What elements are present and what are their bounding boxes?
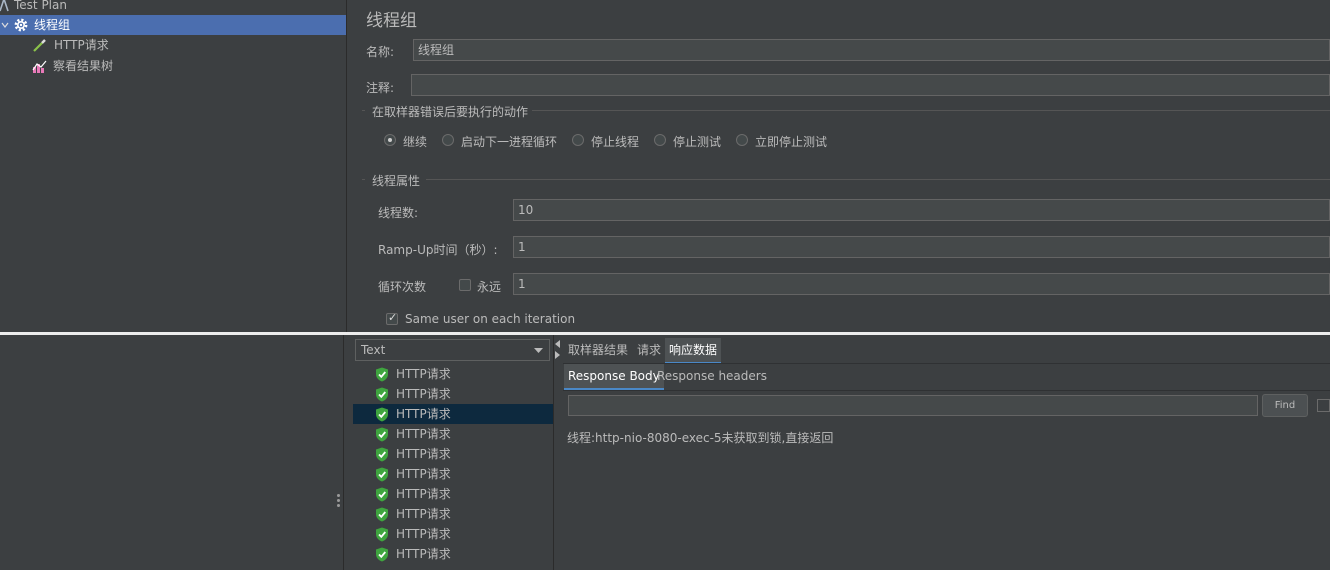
loop-count-label: 循环次数 — [378, 280, 427, 294]
radio-continue[interactable] — [384, 134, 396, 146]
success-shield-icon — [376, 367, 388, 382]
tab-sampler-result[interactable]: 取样器结果 — [564, 338, 632, 362]
forever-label: 永远 — [477, 280, 502, 294]
success-shield-icon — [376, 507, 388, 522]
forever-checkbox[interactable] — [459, 279, 471, 291]
tree-item-test-plan[interactable]: Test Plan — [0, 0, 346, 15]
radio-stop-thread[interactable] — [572, 134, 584, 146]
result-list-item[interactable]: HTTP请求 — [353, 404, 553, 424]
group-border — [362, 179, 365, 180]
result-list-item-label: HTTP请求 — [396, 367, 451, 381]
tree-label: Test Plan — [14, 0, 67, 12]
result-list-item-label: HTTP请求 — [396, 447, 451, 461]
result-list-item[interactable]: HTTP请求 — [353, 444, 553, 464]
success-shield-icon — [376, 547, 388, 562]
success-shield-icon — [376, 527, 388, 542]
radio-stop-test[interactable] — [654, 134, 666, 146]
result-list-item[interactable]: HTTP请求 — [353, 364, 553, 384]
result-list-item[interactable]: HTTP请求 — [353, 384, 553, 404]
test-plan-icon — [0, 0, 9, 12]
grip-dot — [337, 504, 340, 507]
rampup-label: Ramp-Up时间（秒）: — [378, 243, 498, 257]
tree-label: HTTP请求 — [54, 38, 109, 52]
collapse-left-icon[interactable] — [555, 340, 561, 348]
tree-label: 察看结果树 — [53, 59, 114, 73]
result-list-item-label: HTTP请求 — [396, 527, 451, 541]
thread-group-panel: 线程组 名称: 线程组 注释: 在取样器错误后要执行的动作 继续 启动下一进程循… — [356, 0, 1330, 332]
threads-label: 线程数: — [378, 206, 419, 220]
bottom-left-area — [0, 335, 335, 570]
tab-request[interactable]: 请求 — [633, 338, 665, 362]
result-list-item[interactable]: HTTP请求 — [353, 524, 553, 544]
radio-continue-label: 继续 — [403, 135, 428, 149]
comment-field[interactable] — [411, 74, 1330, 96]
test-plan-tree: Test Plan 线程组 HTTP请求 察看结果树 — [0, 0, 346, 332]
subtab-response-body[interactable]: Response Body — [564, 364, 664, 390]
find-input[interactable] — [568, 395, 1258, 416]
case-sensitive-checkbox[interactable] — [1317, 399, 1330, 412]
group-border — [362, 110, 365, 111]
same-user-checkbox[interactable] — [386, 311, 398, 325]
tab-response-data[interactable]: 响应数据 — [665, 338, 722, 364]
vertical-splitter[interactable] — [346, 0, 356, 332]
thread-properties-group-title: 线程属性 — [372, 174, 421, 188]
loop-count-field[interactable]: 1 — [513, 273, 1330, 295]
success-shield-icon — [376, 407, 388, 422]
result-list-item[interactable]: HTTP请求 — [353, 464, 553, 484]
grip-dot — [337, 494, 340, 497]
radio-start-next-loop[interactable] — [442, 134, 454, 146]
success-shield-icon — [376, 387, 388, 402]
result-list-item[interactable]: HTTP请求 — [353, 544, 553, 564]
group-border — [426, 179, 1330, 180]
chevron-down-icon — [534, 348, 543, 353]
group-border — [532, 110, 1330, 111]
result-list-item[interactable]: HTTP请求 — [353, 504, 553, 524]
result-list-item[interactable]: HTTP请求 — [353, 424, 553, 444]
renderer-select[interactable]: Text — [355, 339, 550, 361]
radio-stop-test-now[interactable] — [736, 134, 748, 146]
grip-dot — [337, 499, 340, 502]
gear-icon — [14, 18, 28, 32]
chart-icon — [32, 60, 47, 73]
success-shield-icon — [376, 487, 388, 502]
radio-stop-test-label: 停止测试 — [673, 135, 722, 149]
pipette-icon — [33, 39, 46, 52]
subtab-response-headers[interactable]: Response headers — [653, 364, 771, 388]
tree-item-http-request[interactable]: HTTP请求 — [0, 35, 346, 55]
name-label: 名称: — [366, 45, 395, 59]
success-shield-icon — [376, 467, 388, 482]
name-field[interactable]: 线程组 — [413, 39, 1330, 61]
same-user-label: Same user on each iteration — [405, 312, 576, 326]
radio-stop-thread-label: 停止线程 — [591, 135, 640, 149]
expand-right-icon[interactable] — [555, 351, 561, 359]
radio-stop-test-now-label: 立即停止测试 — [755, 135, 828, 149]
result-list-item-label: HTTP请求 — [396, 547, 451, 561]
on-error-group-title: 在取样器错误后要执行的动作 — [372, 105, 529, 119]
result-list-item-label: HTTP请求 — [396, 507, 451, 521]
subtab-separator — [563, 390, 1330, 391]
threads-field[interactable]: 10 — [513, 199, 1330, 221]
tree-label: 线程组 — [34, 18, 71, 32]
page-title: 线程组 — [366, 11, 417, 31]
radio-start-next-loop-label: 启动下一进程循环 — [461, 135, 558, 149]
response-body-text: 线程:http-nio-8080-exec-5未获取到锁,直接返回 — [567, 431, 834, 445]
success-shield-icon — [376, 447, 388, 462]
tree-item-view-results-tree[interactable]: 察看结果树 — [0, 56, 346, 76]
result-list-item[interactable]: HTTP请求 — [353, 484, 553, 504]
find-button[interactable]: Find — [1262, 394, 1308, 417]
comment-label: 注释: — [366, 81, 395, 95]
result-list-item-label: HTTP请求 — [396, 427, 451, 441]
result-list-item-label: HTTP请求 — [396, 387, 451, 401]
splitter-grip-icon[interactable] — [335, 335, 344, 570]
detail-panel: 取样器结果 请求 响应数据 Response Body Response hea… — [563, 335, 1330, 570]
tree-item-thread-group[interactable]: 线程组 — [0, 15, 346, 35]
renderer-select-value: Text — [361, 343, 386, 357]
result-list-item-label: HTTP请求 — [396, 467, 451, 481]
success-shield-icon — [376, 427, 388, 442]
result-list-panel: Text HTTP请求 HTTP请求 HTTP请求 HTTP请求 HTTP请求 HTTP请… — [344, 335, 553, 570]
result-list-item-label: HTTP请求 — [396, 487, 451, 501]
result-list-item-label: HTTP请求 — [396, 407, 451, 421]
rampup-field[interactable]: 1 — [513, 236, 1330, 258]
